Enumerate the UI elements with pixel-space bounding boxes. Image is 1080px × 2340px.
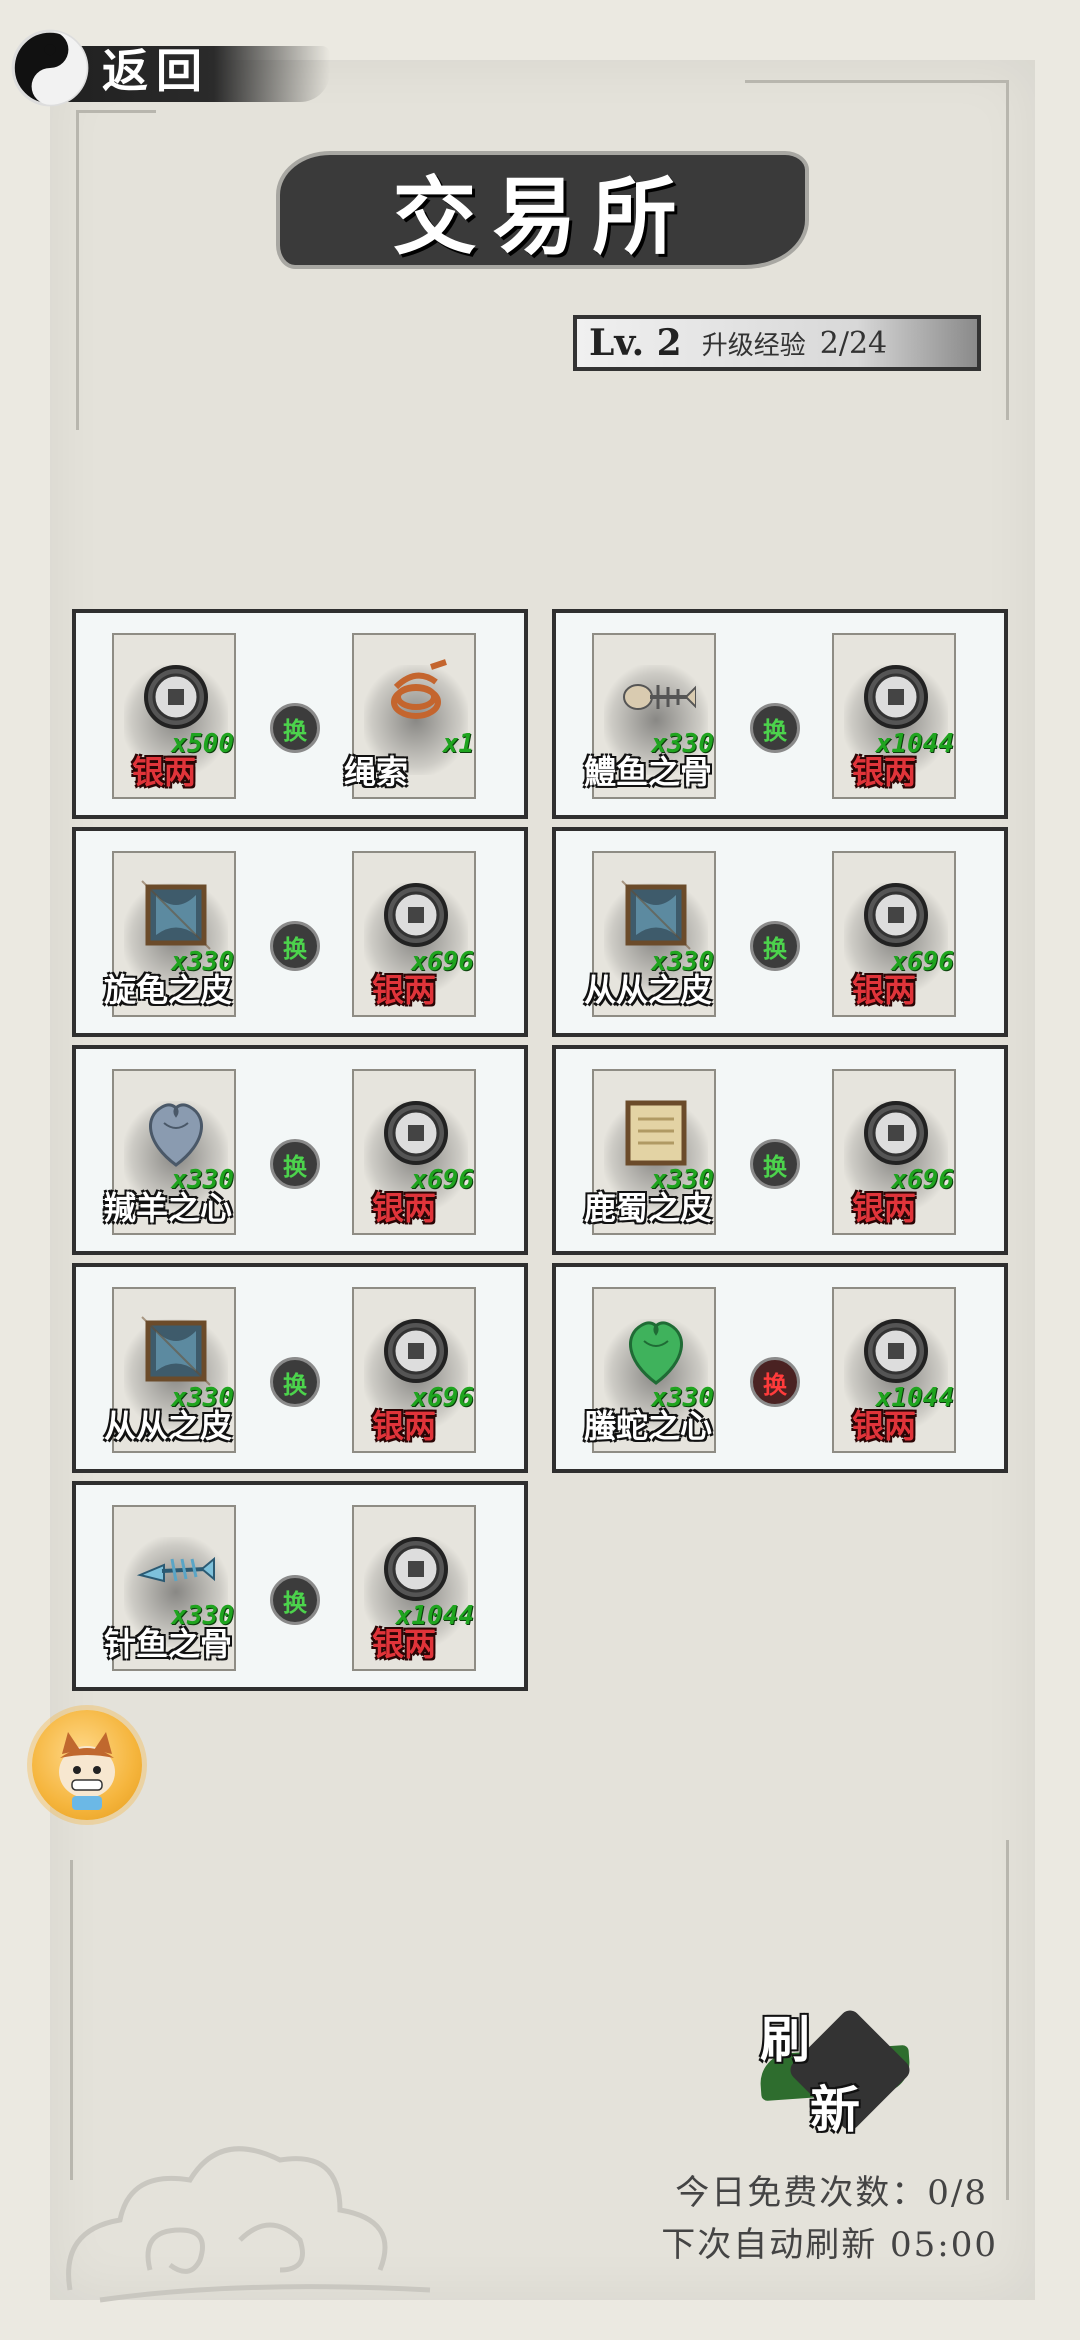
item-name: 针鱼之骨: [104, 1625, 233, 1663]
rope-icon: [376, 657, 456, 737]
give-item-slot[interactable]: x330 从从之皮: [104, 1287, 236, 1453]
give-item-slot[interactable]: x330 鹿蜀之皮: [584, 1069, 716, 1235]
refresh-button[interactable]: 刷 新: [730, 2000, 920, 2140]
swap-button[interactable]: 换: [750, 1357, 800, 1407]
swap-button[interactable]: 换: [750, 921, 800, 971]
trade-card[interactable]: x500 银两换 x1 绳索: [72, 609, 528, 819]
refresh-char-1: 刷: [760, 2010, 810, 2069]
coin-icon: [856, 875, 936, 955]
item-name: 银两: [372, 1407, 437, 1445]
item-name: 螣蛇之心: [584, 1407, 713, 1445]
green-heart-icon: [616, 1311, 696, 1391]
give-item-slot[interactable]: x330 从从之皮: [584, 851, 716, 1017]
coin-icon: [376, 1093, 456, 1173]
frame-line: [76, 110, 79, 430]
level-label: Lv. 2: [589, 322, 682, 364]
trade-card[interactable]: x330 针鱼之骨换 x1044 银两: [72, 1481, 528, 1691]
swap-button[interactable]: 换: [750, 1139, 800, 1189]
item-name: 从从之皮: [104, 1407, 233, 1445]
trade-card[interactable]: x330 螣蛇之心换 x1044 银两: [552, 1263, 1008, 1473]
trade-card[interactable]: x330 鹿蜀之皮换 x696 银两: [552, 1045, 1008, 1255]
give-item-slot[interactable]: x330 羬羊之心: [104, 1069, 236, 1235]
item-name: 旋龟之皮: [104, 971, 233, 1009]
item-name: 从从之皮: [584, 971, 713, 1009]
get-item-slot[interactable]: x696 银两: [832, 1069, 956, 1235]
item-name: 银两: [372, 971, 437, 1009]
give-item-slot[interactable]: x330 鱧鱼之骨: [584, 633, 716, 799]
item-name: 羬羊之心: [104, 1189, 233, 1227]
blue-fish-bone-icon: [136, 1529, 216, 1609]
trade-card[interactable]: x330 鱧鱼之骨换 x1044 银两: [552, 609, 1008, 819]
item-name: 银两: [132, 753, 197, 791]
trade-card[interactable]: x330 羬羊之心换 x696 银两: [72, 1045, 528, 1255]
swap-button[interactable]: 换: [750, 703, 800, 753]
get-item-slot[interactable]: x1044 银两: [832, 1287, 956, 1453]
item-name: 银两: [852, 753, 917, 791]
item-name: 银两: [372, 1625, 437, 1663]
framed-hide-icon: [616, 875, 696, 955]
item-name: 银两: [372, 1189, 437, 1227]
framed-hide-icon: [136, 875, 216, 955]
free-refresh-count: 今日免费次数：0/8: [675, 2173, 988, 2213]
trade-card[interactable]: x330 从从之皮换 x696 银两: [552, 827, 1008, 1037]
frame-line: [1006, 80, 1009, 420]
item-quantity: x1: [442, 729, 474, 759]
frame-line: [76, 110, 156, 113]
get-item-slot[interactable]: x696 银两: [832, 851, 956, 1017]
merchant-avatar[interactable]: [32, 1710, 142, 1820]
give-item-slot[interactable]: x330 旋龟之皮: [104, 851, 236, 1017]
get-item-slot[interactable]: x1 绳索: [344, 633, 476, 799]
grey-heart-icon: [136, 1093, 216, 1173]
swap-button[interactable]: 换: [270, 1357, 320, 1407]
item-name: 银两: [852, 1189, 917, 1227]
trade-card[interactable]: x330 从从之皮换 x696 银两: [72, 1263, 528, 1473]
exp-value: 2/24: [819, 325, 888, 361]
yin-yang-icon: [11, 29, 89, 107]
frame-line: [745, 80, 1007, 83]
back-button[interactable]: 返回: [10, 28, 330, 108]
auto-refresh-timer: 下次自动刷新 05:00: [661, 2225, 998, 2265]
swap-button[interactable]: 换: [270, 1575, 320, 1625]
framed-hide-icon: [136, 1311, 216, 1391]
scroll-hide-icon: [616, 1093, 696, 1173]
get-item-slot[interactable]: x696 银两: [352, 1069, 476, 1235]
frame-line: [1006, 1840, 1009, 2200]
swap-button[interactable]: 换: [270, 1139, 320, 1189]
coin-icon: [136, 657, 216, 737]
swap-button[interactable]: 换: [270, 921, 320, 971]
coin-icon: [376, 875, 456, 955]
get-item-slot[interactable]: x1044 银两: [832, 633, 956, 799]
coin-icon: [856, 1311, 936, 1391]
get-item-slot[interactable]: x1044 银两: [352, 1505, 476, 1671]
coin-icon: [856, 1093, 936, 1173]
item-name: 鹿蜀之皮: [584, 1189, 713, 1227]
give-item-slot[interactable]: x330 针鱼之骨: [104, 1505, 236, 1671]
give-item-slot[interactable]: x500 银两: [112, 633, 236, 799]
give-item-slot[interactable]: x330 螣蛇之心: [584, 1287, 716, 1453]
coin-icon: [856, 657, 936, 737]
cloud-decoration: [66, 2146, 431, 2303]
item-name: 绳索: [344, 753, 409, 791]
title-banner: 交易所: [280, 155, 805, 266]
exp-label: 升级经验: [701, 330, 806, 361]
coin-icon: [376, 1529, 456, 1609]
level-bar: Lv. 2 升级经验 2/24: [573, 315, 981, 371]
get-item-slot[interactable]: x696 银两: [352, 851, 476, 1017]
item-name: 银两: [852, 1407, 917, 1445]
coin-icon: [376, 1311, 456, 1391]
fish-bone-icon: [616, 657, 697, 737]
get-item-slot[interactable]: x696 银两: [352, 1287, 476, 1453]
item-name: 银两: [852, 971, 917, 1009]
cat-merchant-icon: [59, 1732, 115, 1810]
page-title: 交易所: [392, 166, 693, 266]
trade-card[interactable]: x330 旋龟之皮换 x696 银两: [72, 827, 528, 1037]
back-label: 返回: [102, 44, 210, 98]
refresh-char-2: 新: [810, 2080, 860, 2139]
swap-button[interactable]: 换: [270, 703, 320, 753]
item-name: 鱧鱼之骨: [584, 753, 713, 791]
